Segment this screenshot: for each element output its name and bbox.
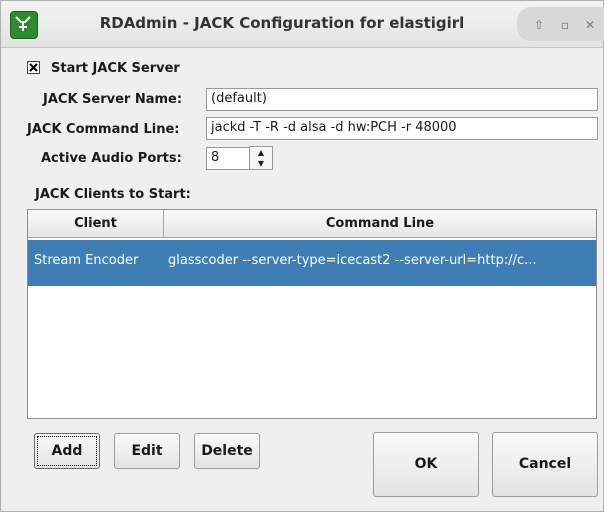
audio-ports-stepper[interactable]: ▲ ▼ [249,146,273,170]
column-header-command-line[interactable]: Command Line [164,210,596,238]
stepper-down-icon[interactable]: ▼ [250,158,272,169]
clients-section-label: JACK Clients to Start: [35,187,191,202]
command-cell: glasscoder --server-type=icecast2 --serv… [168,253,537,268]
audio-ports-label: Active Audio Ports: [41,151,182,166]
stepper-up-icon[interactable]: ▲ [250,147,272,158]
restore-icon[interactable]: ▫ [557,17,573,33]
up-icon[interactable]: ⇧ [531,17,547,33]
add-button[interactable]: Add [34,433,100,469]
server-name-label: JACK Server Name: [43,92,183,107]
table-row[interactable]: Stream Encoder glasscoder --server-type=… [28,240,596,286]
audio-ports-input[interactable]: 8 [206,147,250,170]
server-name-input[interactable]: (default) [206,88,598,111]
close-icon[interactable]: ✕ [582,17,598,33]
client-cell: Stream Encoder [34,253,139,268]
jack-config-dialog: RDAdmin - JACK Configuration for elastig… [0,0,604,512]
start-jack-label[interactable]: Start JACK Server [51,61,180,76]
edit-button[interactable]: Edit [114,433,180,469]
ok-button[interactable]: OK [373,432,479,497]
title-bar[interactable]: RDAdmin - JACK Configuration for elastig… [1,1,604,48]
delete-button[interactable]: Delete [194,433,260,469]
clients-table[interactable]: Client Command Line Stream Encoder glass… [27,209,597,419]
command-line-label: JACK Command Line: [27,122,180,137]
column-header-client[interactable]: Client [28,210,164,238]
cancel-button[interactable]: Cancel [492,432,598,497]
command-line-input[interactable]: jackd -T -R -d alsa -d hw:PCH -r 48000 [206,117,598,140]
start-jack-checkbox[interactable] [27,61,40,74]
window-title: RDAdmin - JACK Configuration for elastig… [99,14,465,32]
